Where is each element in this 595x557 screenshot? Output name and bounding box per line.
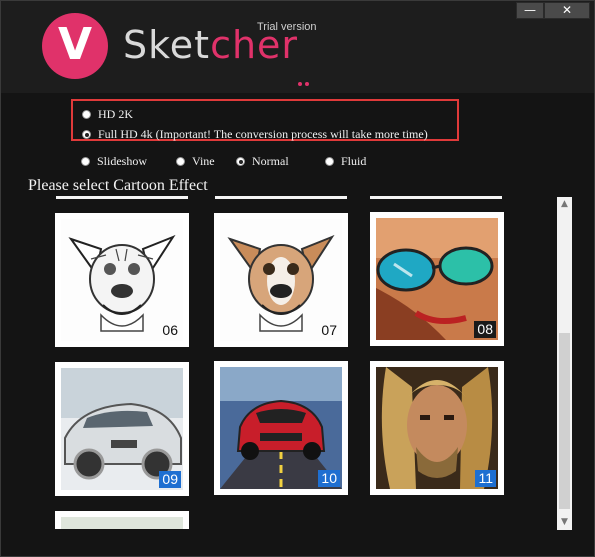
effect-thumbnail: 09 — [61, 368, 183, 490]
radio-normal[interactable]: Normal — [236, 154, 289, 169]
radio-dot — [82, 130, 91, 139]
radio-label: Slideshow — [97, 154, 148, 168]
effect-number: 06 — [162, 322, 178, 338]
radio-label: HD 2K — [98, 107, 133, 121]
scroll-up-icon[interactable]: ▲ — [557, 197, 572, 212]
radio-dot — [325, 157, 334, 166]
effect-card-06[interactable]: 06 — [55, 213, 189, 347]
header: V Sketcher Trial version — ✕ — [1, 1, 594, 93]
effect-thumbnail: 08 — [376, 218, 498, 340]
app-window: V Sketcher Trial version — ✕ HD 2K Full … — [0, 0, 595, 557]
effect-card-10[interactable]: 10 — [214, 361, 348, 495]
effect-number: 07 — [321, 322, 337, 338]
radio-dot — [81, 157, 90, 166]
logo-dots — [298, 73, 318, 86]
radio-label: Vine — [192, 154, 215, 168]
effect-number: 09 — [159, 471, 181, 488]
vertical-scrollbar[interactable]: ▲ ▼ — [557, 197, 572, 530]
radio-label: Normal — [252, 154, 289, 168]
radio-hd2k[interactable]: HD 2K — [82, 107, 133, 122]
minimize-button[interactable]: — — [516, 2, 544, 19]
radio-fluid[interactable]: Fluid — [325, 154, 366, 169]
main-panel: HD 2K Full HD 4k (Important! The convers… — [1, 93, 594, 556]
row-divider — [56, 196, 188, 199]
radio-label: Full HD 4k (Important! The conversion pr… — [98, 127, 428, 141]
radio-slideshow[interactable]: Slideshow — [81, 154, 147, 169]
effect-thumbnail: 07 — [220, 219, 342, 341]
effect-thumbnail — [61, 517, 183, 529]
effect-number: 10 — [318, 470, 340, 487]
effect-thumbnail: 10 — [220, 367, 342, 489]
effect-card-partial[interactable] — [55, 511, 189, 529]
effect-card-11[interactable]: 11 — [370, 361, 504, 495]
window-controls: — ✕ — [516, 2, 590, 20]
trial-label: Trial version — [257, 21, 317, 33]
effects-grid: 06 07 08 09 10 11 — [28, 189, 553, 529]
row-divider — [215, 196, 347, 199]
close-button[interactable]: ✕ — [544, 2, 590, 19]
effect-card-09[interactable]: 09 — [55, 362, 189, 496]
scroll-down-icon[interactable]: ▼ — [557, 515, 572, 530]
radio-label: Fluid — [341, 154, 367, 168]
effect-card-08[interactable]: 08 — [370, 212, 504, 346]
app-name-part1: Sket — [123, 23, 211, 67]
effect-thumbnail: 06 — [61, 219, 183, 341]
logo-letter: V — [57, 19, 93, 70]
radio-dot — [236, 157, 245, 166]
radio-fullhd4k[interactable]: Full HD 4k (Important! The conversion pr… — [82, 127, 428, 142]
effect-number: 11 — [475, 470, 496, 487]
radio-dot — [176, 157, 185, 166]
radio-vine[interactable]: Vine — [176, 154, 215, 169]
effect-thumbnail: 11 — [376, 367, 498, 489]
row-divider — [370, 196, 502, 199]
scrollbar-thumb[interactable] — [559, 333, 570, 509]
effect-card-07[interactable]: 07 — [214, 213, 348, 347]
effect-number: 08 — [474, 321, 496, 338]
radio-dot — [82, 110, 91, 119]
